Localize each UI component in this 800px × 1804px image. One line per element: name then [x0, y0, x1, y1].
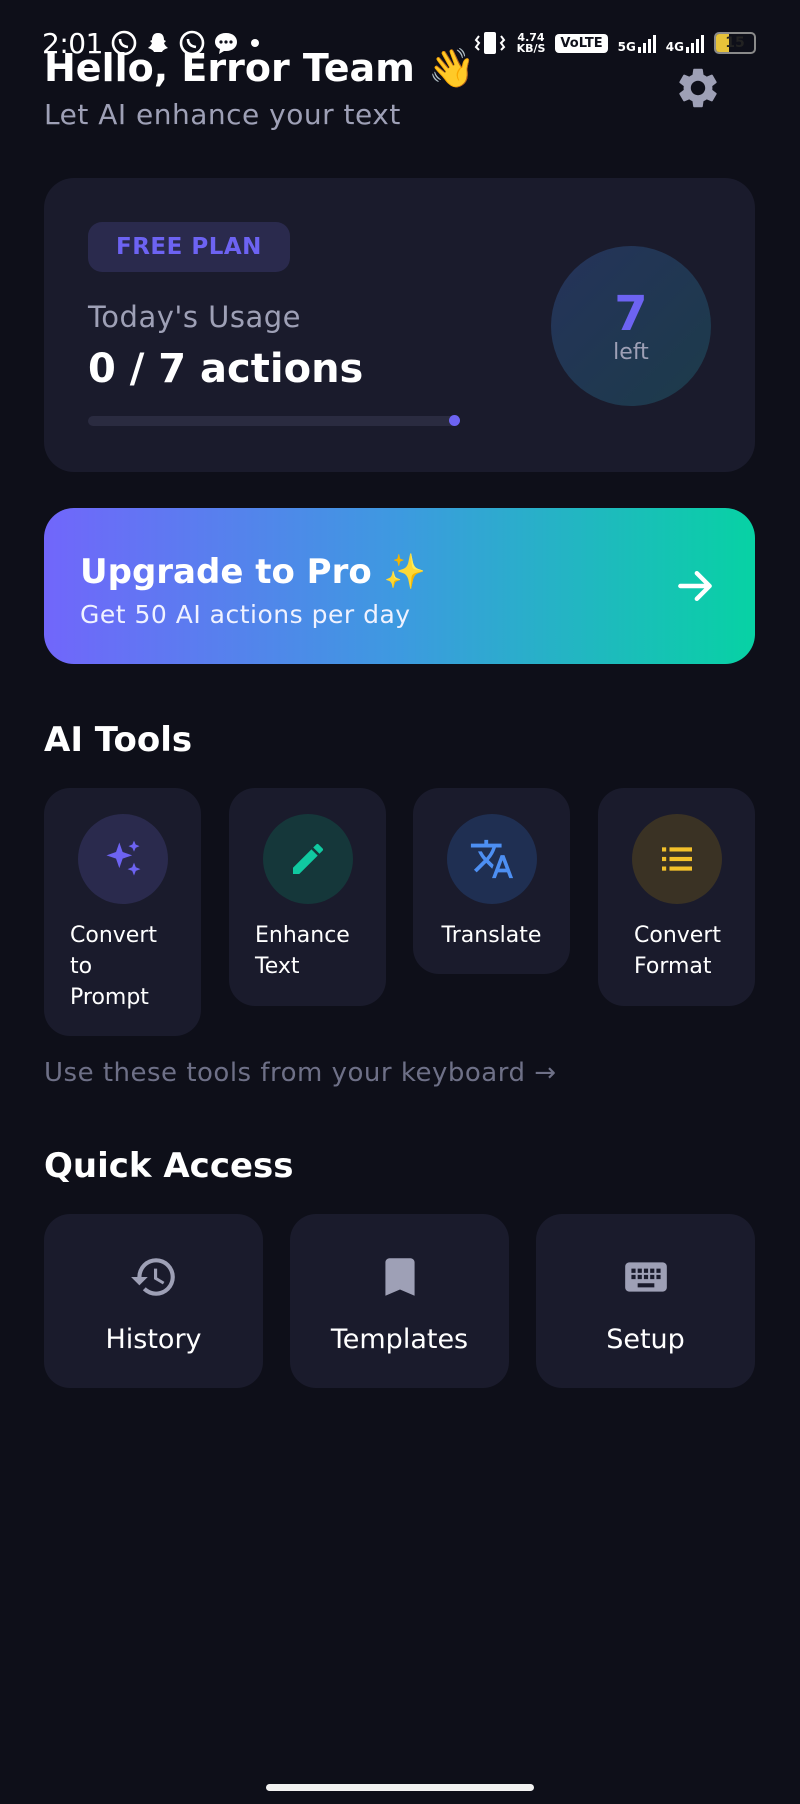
remaining-count: 7: [614, 285, 648, 342]
tool-label: Convert Format: [634, 923, 721, 979]
greeting-title: Hello, Error Team 👋: [44, 46, 476, 90]
keyboard-hint[interactable]: Use these tools from your keyboard →: [44, 1058, 557, 1088]
translate-icon: [447, 814, 537, 904]
usage-card: FREE PLAN Today's Usage 0 / 7 actions 7 …: [44, 178, 755, 472]
ai-tools-title: AI Tools: [44, 720, 193, 760]
gear-icon[interactable]: [674, 64, 722, 112]
network-type-4g: 4G: [665, 40, 684, 54]
network-speed: 4.74 KB/S: [517, 32, 546, 54]
quick-access-title: Quick Access: [44, 1146, 294, 1186]
quick-access-label: Setup: [606, 1324, 685, 1355]
sparkles-icon: [78, 814, 168, 904]
quick-access-label: Templates: [330, 1324, 469, 1355]
quick-access-setup[interactable]: Setup: [536, 1214, 755, 1388]
network-speed-unit: KB/S: [516, 42, 546, 55]
plan-badge: FREE PLAN: [88, 222, 290, 272]
tool-label: Enhance Text: [255, 923, 350, 979]
usage-value: 0 / 7 actions: [88, 346, 364, 392]
remaining-actions-badge: 7 left: [551, 246, 711, 406]
battery-level: 15: [725, 35, 745, 51]
pencil-icon: [263, 814, 353, 904]
quick-access-history[interactable]: History: [44, 1214, 263, 1388]
signal-bars-icon: [637, 33, 656, 53]
vibrate-icon: [474, 32, 505, 54]
signal-bars-icon: [686, 33, 704, 53]
signal-5g: 5G: [618, 33, 656, 53]
battery-icon: 15: [714, 32, 756, 54]
list-icon: [632, 814, 722, 904]
remaining-label: left: [613, 339, 649, 365]
tool-convert-to-prompt[interactable]: Convert to Prompt: [44, 788, 201, 1036]
usage-progress-bar: [88, 415, 460, 426]
usage-progress-indicator: [449, 415, 460, 426]
upgrade-subtitle: Get 50 AI actions per day: [80, 600, 411, 629]
tool-convert-format[interactable]: Convert Format: [598, 788, 755, 1006]
greeting-subtitle: Let AI enhance your text: [44, 98, 401, 131]
tool-label: Translate: [441, 923, 542, 948]
network-type-5g: 5G: [617, 40, 636, 54]
quick-access-label: History: [105, 1324, 202, 1355]
tool-translate[interactable]: Translate: [413, 788, 570, 974]
volte-badge: VoLTE: [555, 33, 608, 53]
bookmark-icon: [384, 1258, 415, 1296]
tool-enhance-text[interactable]: Enhance Text: [229, 788, 386, 1006]
quick-access-templates[interactable]: Templates: [290, 1214, 509, 1388]
signal-4g: 4G: [666, 33, 704, 53]
upgrade-to-pro-banner[interactable]: Upgrade to Pro ✨ Get 50 AI actions per d…: [44, 508, 755, 664]
home-indicator[interactable]: [266, 1784, 534, 1791]
history-icon: [130, 1258, 175, 1296]
upgrade-title: Upgrade to Pro ✨: [80, 552, 426, 592]
tool-label: Convert to Prompt: [70, 923, 157, 1010]
arrow-right-icon: [678, 570, 712, 602]
usage-label: Today's Usage: [88, 300, 302, 334]
keyboard-icon: [624, 1262, 667, 1292]
